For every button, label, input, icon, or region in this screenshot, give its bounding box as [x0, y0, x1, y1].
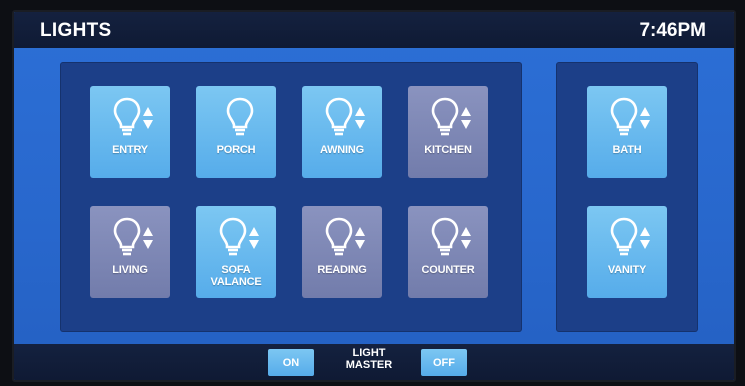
light-tile-label: LIVING — [112, 264, 148, 276]
bulb-icon — [218, 216, 248, 263]
light-tile-label: KITCHEN — [424, 144, 472, 156]
dimmer-up-down-icon — [639, 226, 651, 255]
light-tile-label: PORCH — [216, 144, 256, 156]
dimmer-up-down-icon — [142, 226, 154, 255]
light-tile-label: VANITY — [607, 264, 647, 276]
light-tile-porch[interactable]: PORCH — [196, 86, 276, 178]
dimmer-up-down-icon — [248, 226, 260, 255]
master-on-button[interactable]: ON — [268, 349, 314, 376]
lighting-control-screen: LIGHTS 7:46PM ENTRY PORCH AWNING KITCHEN… — [12, 10, 736, 382]
bulb-icon — [609, 96, 639, 143]
bulb-icon — [324, 96, 354, 143]
bulb-icon — [430, 216, 460, 263]
dimmer-up-down-icon — [354, 106, 366, 135]
light-tile-kitchen[interactable]: KITCHEN — [408, 86, 488, 178]
light-icon-row — [597, 216, 657, 260]
bulb-icon — [324, 216, 354, 263]
light-icon-row — [100, 216, 160, 260]
light-tile-label: BATH — [612, 144, 642, 156]
light-tile-entry[interactable]: ENTRY — [90, 86, 170, 178]
light-tile-bath[interactable]: BATH — [587, 86, 667, 178]
clock-time: 7:46PM — [639, 20, 706, 41]
master-label-line1: LIGHT — [352, 347, 386, 359]
master-label: LIGHT MASTER — [340, 347, 398, 371]
bulb-icon — [112, 216, 142, 263]
light-tile-living[interactable]: LIVING — [90, 206, 170, 298]
light-icon-row — [312, 96, 372, 140]
dimmer-up-down-icon — [142, 106, 154, 135]
light-tile-reading[interactable]: READING — [302, 206, 382, 298]
light-tile-sofa-valance[interactable]: SOFA VALANCE — [196, 206, 276, 298]
light-icon-row — [597, 96, 657, 140]
page-title: LIGHTS — [40, 20, 112, 41]
master-bar: ON LIGHT MASTER OFF — [14, 344, 734, 380]
header-bar: LIGHTS 7:46PM — [14, 12, 734, 48]
bulb-icon — [609, 216, 639, 263]
master-label-line2: MASTER — [345, 359, 393, 371]
light-icon-row — [312, 216, 372, 260]
light-tile-label: AWNING — [319, 144, 365, 156]
light-tile-counter[interactable]: COUNTER — [408, 206, 488, 298]
light-icon-row — [100, 96, 160, 140]
dimmer-up-down-icon — [354, 226, 366, 255]
light-tile-label: ENTRY — [112, 144, 148, 156]
light-tile-awning[interactable]: AWNING — [302, 86, 382, 178]
light-tile-vanity[interactable]: VANITY — [587, 206, 667, 298]
light-tile-label: READING — [317, 264, 367, 276]
light-tile-label: COUNTER — [421, 264, 475, 276]
light-icon-row — [418, 216, 478, 260]
dimmer-up-down-icon — [460, 226, 472, 255]
bulb-icon — [430, 96, 460, 143]
light-icon-row — [206, 96, 266, 140]
light-icon-row — [418, 96, 478, 140]
bulb-icon — [225, 96, 255, 143]
bulb-icon — [112, 96, 142, 143]
light-tile-label: SOFA VALANCE — [210, 264, 262, 288]
master-off-button[interactable]: OFF — [421, 349, 467, 376]
dimmer-up-down-icon — [460, 106, 472, 135]
light-icon-row — [206, 216, 266, 260]
dimmer-up-down-icon — [639, 106, 651, 135]
